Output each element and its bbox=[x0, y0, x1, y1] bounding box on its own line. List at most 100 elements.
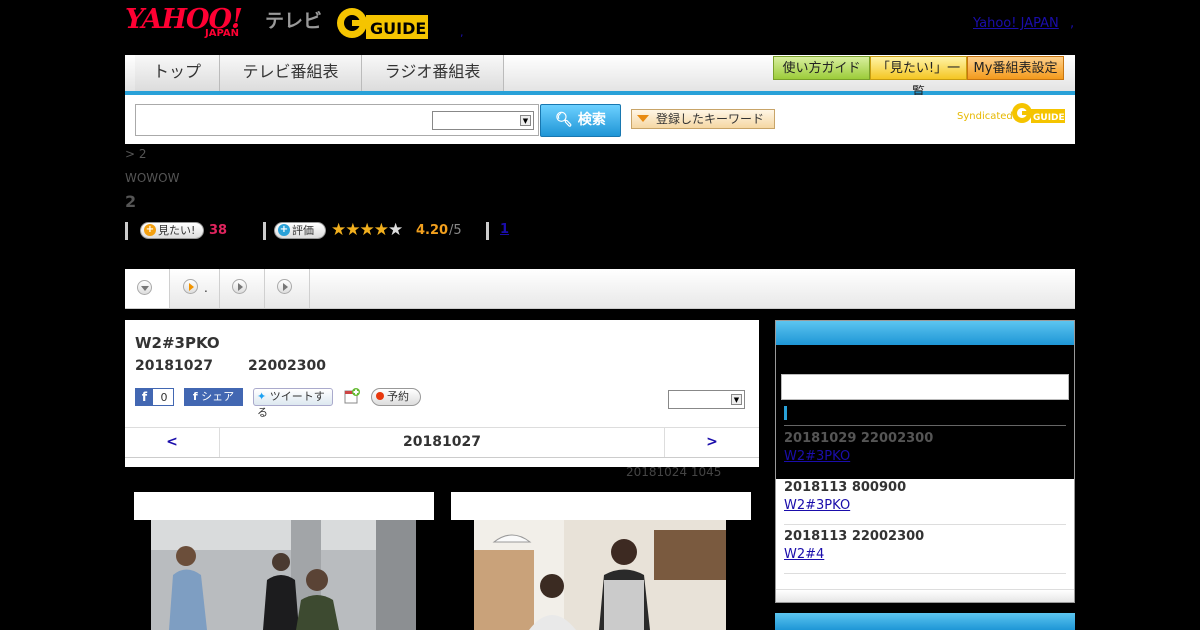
sidebar-section-marker bbox=[784, 406, 787, 420]
play-circle-icon bbox=[277, 279, 292, 294]
sub-tabs: . bbox=[125, 269, 1075, 309]
facebook-like-button[interactable]: f 0 bbox=[135, 388, 174, 406]
divider bbox=[486, 222, 489, 240]
rate-button-label: 評価 bbox=[292, 224, 314, 237]
play-circle-icon bbox=[183, 279, 198, 294]
subtab-1[interactable] bbox=[125, 269, 170, 308]
subtab-2[interactable]: . bbox=[170, 269, 220, 308]
list-item-time: 20181029 22002300 bbox=[784, 431, 934, 446]
twitter-bird-icon: ✦ bbox=[257, 390, 267, 403]
want-count: 38 bbox=[209, 223, 228, 238]
play-circle-icon bbox=[232, 279, 247, 294]
search-category-select[interactable]: ▼ bbox=[432, 111, 534, 130]
facebook-share-label: シェア bbox=[201, 390, 235, 403]
search-button-label: 検索 bbox=[577, 112, 606, 128]
chevron-down-circle-icon bbox=[137, 280, 152, 295]
program-title: 2 bbox=[125, 192, 137, 211]
header-separator: , bbox=[460, 26, 464, 39]
episode-title: W2#3PKO bbox=[135, 334, 220, 352]
divider bbox=[125, 222, 128, 240]
star-rating: ★★★★★ bbox=[331, 220, 403, 240]
next-date-link[interactable]: > bbox=[664, 428, 759, 457]
calendar-add-icon[interactable] bbox=[344, 387, 360, 405]
breadcrumb: > 2 bbox=[125, 147, 147, 161]
syndicated-logo-text: GUIDE bbox=[1033, 113, 1065, 123]
gguide-logo-text: GUIDE bbox=[370, 19, 426, 38]
yahoo-japan-link[interactable]: Yahoo! JAPAN bbox=[973, 16, 1059, 31]
search-button[interactable]: 🔍︎ 検索 bbox=[540, 104, 621, 137]
yahoo-logo-japan: JAPAN bbox=[205, 28, 239, 39]
record-dot-icon bbox=[376, 392, 384, 400]
tab-tv-listings[interactable]: テレビ番組表 bbox=[220, 55, 362, 91]
subtab-2-label: . bbox=[204, 281, 208, 295]
header-separator-2: , bbox=[1070, 16, 1075, 31]
subtab-4[interactable] bbox=[265, 269, 310, 308]
list-item-link[interactable]: W2#4 bbox=[784, 547, 1066, 562]
divider bbox=[263, 222, 266, 240]
syndicated-gguide-logo: GUIDE bbox=[1012, 103, 1065, 123]
episode-select[interactable]: ▼ bbox=[668, 390, 745, 409]
image-card-header bbox=[134, 492, 434, 520]
list-item-link[interactable]: W2#3PKO bbox=[784, 449, 1066, 464]
sidebar-filter-input[interactable] bbox=[781, 374, 1069, 400]
facebook-like-count: 0 bbox=[160, 391, 168, 404]
plus-icon: + bbox=[278, 224, 290, 236]
main-nav: トップ テレビ番組表 ラジオ番組表 使い方ガイド 「見たい!」一覧 My番組表設… bbox=[125, 55, 1075, 100]
tv-logo-text: テレビ bbox=[265, 10, 323, 32]
date-navigation: < 20181027 > bbox=[125, 427, 759, 458]
chevron-down-icon: ▼ bbox=[520, 115, 531, 126]
rate-button[interactable]: + 評価 bbox=[274, 222, 326, 239]
episode-panel: W2#3PKO 20181027 22002300 f 0 f シェア ✦ ツイ… bbox=[125, 320, 759, 467]
reserve-button[interactable]: 予約 bbox=[371, 388, 421, 406]
current-date: 20181027 bbox=[403, 434, 481, 450]
sidebar-footer bbox=[776, 589, 1074, 602]
usage-guide-button[interactable]: 使い方ガイド bbox=[773, 56, 870, 80]
scene-photo-2[interactable] bbox=[474, 520, 726, 630]
sidebar-2-header bbox=[775, 613, 1075, 630]
triangle-down-icon bbox=[637, 115, 649, 122]
sidebar-divider bbox=[784, 425, 1066, 426]
facebook-icon: f bbox=[136, 389, 153, 405]
episode-time: 22002300 bbox=[248, 358, 326, 374]
tab-radio-listings[interactable]: ラジオ番組表 bbox=[362, 55, 504, 91]
facebook-share-button[interactable]: f シェア bbox=[184, 388, 243, 406]
prev-date-link[interactable]: < bbox=[125, 428, 220, 457]
tab-top[interactable]: トップ bbox=[135, 55, 220, 91]
reviews-link[interactable]: 1 bbox=[500, 222, 509, 237]
list-item-link[interactable]: W2#3PKO bbox=[784, 498, 1066, 513]
facebook-icon: f bbox=[192, 390, 198, 403]
scene-photo-1[interactable] bbox=[151, 520, 416, 630]
tweet-label: ツイートする bbox=[257, 390, 325, 419]
syndicated-label: Syndicated bbox=[957, 111, 1013, 122]
gguide-logo[interactable]: GUIDE bbox=[334, 6, 432, 40]
registered-keywords-label: 登録したキーワード bbox=[656, 112, 765, 126]
subtab-3[interactable] bbox=[220, 269, 265, 308]
search-bar: ▼ 🔍︎ 検索 登録したキーワード Syndicated GUIDE bbox=[125, 95, 1075, 144]
star-filled-icons: ★★★★ bbox=[331, 220, 389, 240]
list-item: 20181029 22002300 W2#3PKO bbox=[784, 431, 1066, 464]
plus-icon: + bbox=[144, 224, 156, 236]
chevron-down-icon: ▼ bbox=[731, 394, 742, 405]
rating-max: /5 bbox=[449, 223, 462, 238]
sidebar-divider bbox=[784, 524, 1066, 525]
registered-keywords-button[interactable]: 登録したキーワード bbox=[631, 109, 775, 129]
sidebar-divider bbox=[784, 573, 1066, 574]
want-list-button[interactable]: 「見たい!」一覧 bbox=[870, 56, 967, 100]
want-to-watch-button[interactable]: + 見たい! bbox=[140, 222, 204, 239]
tweet-button[interactable]: ✦ ツイートする bbox=[253, 388, 333, 419]
schedule-sidebar: 20181029 22002300 W2#3PKO 2018113 800900… bbox=[775, 320, 1075, 603]
list-item: 2018113 800900 W2#3PKO bbox=[784, 480, 1066, 513]
list-item-time: 2018113 22002300 bbox=[784, 529, 925, 544]
star-empty-icon: ★ bbox=[387, 220, 403, 240]
list-item: 2018113 22002300 W2#4 bbox=[784, 529, 1066, 562]
channel-name: WOWOW bbox=[125, 171, 180, 185]
rating-value: 4.20 bbox=[416, 223, 449, 238]
my-listing-settings-button[interactable]: My番組表設定 bbox=[967, 56, 1064, 80]
updated-timestamp: 20181024 1045 bbox=[626, 465, 722, 479]
sidebar-header bbox=[776, 321, 1074, 345]
search-icon: 🔍︎ bbox=[555, 112, 573, 128]
list-item-time: 2018113 800900 bbox=[784, 480, 907, 495]
image-card-header bbox=[451, 492, 751, 520]
reserve-label: 予約 bbox=[387, 390, 409, 403]
want-to-watch-label: 見たい! bbox=[158, 224, 196, 237]
